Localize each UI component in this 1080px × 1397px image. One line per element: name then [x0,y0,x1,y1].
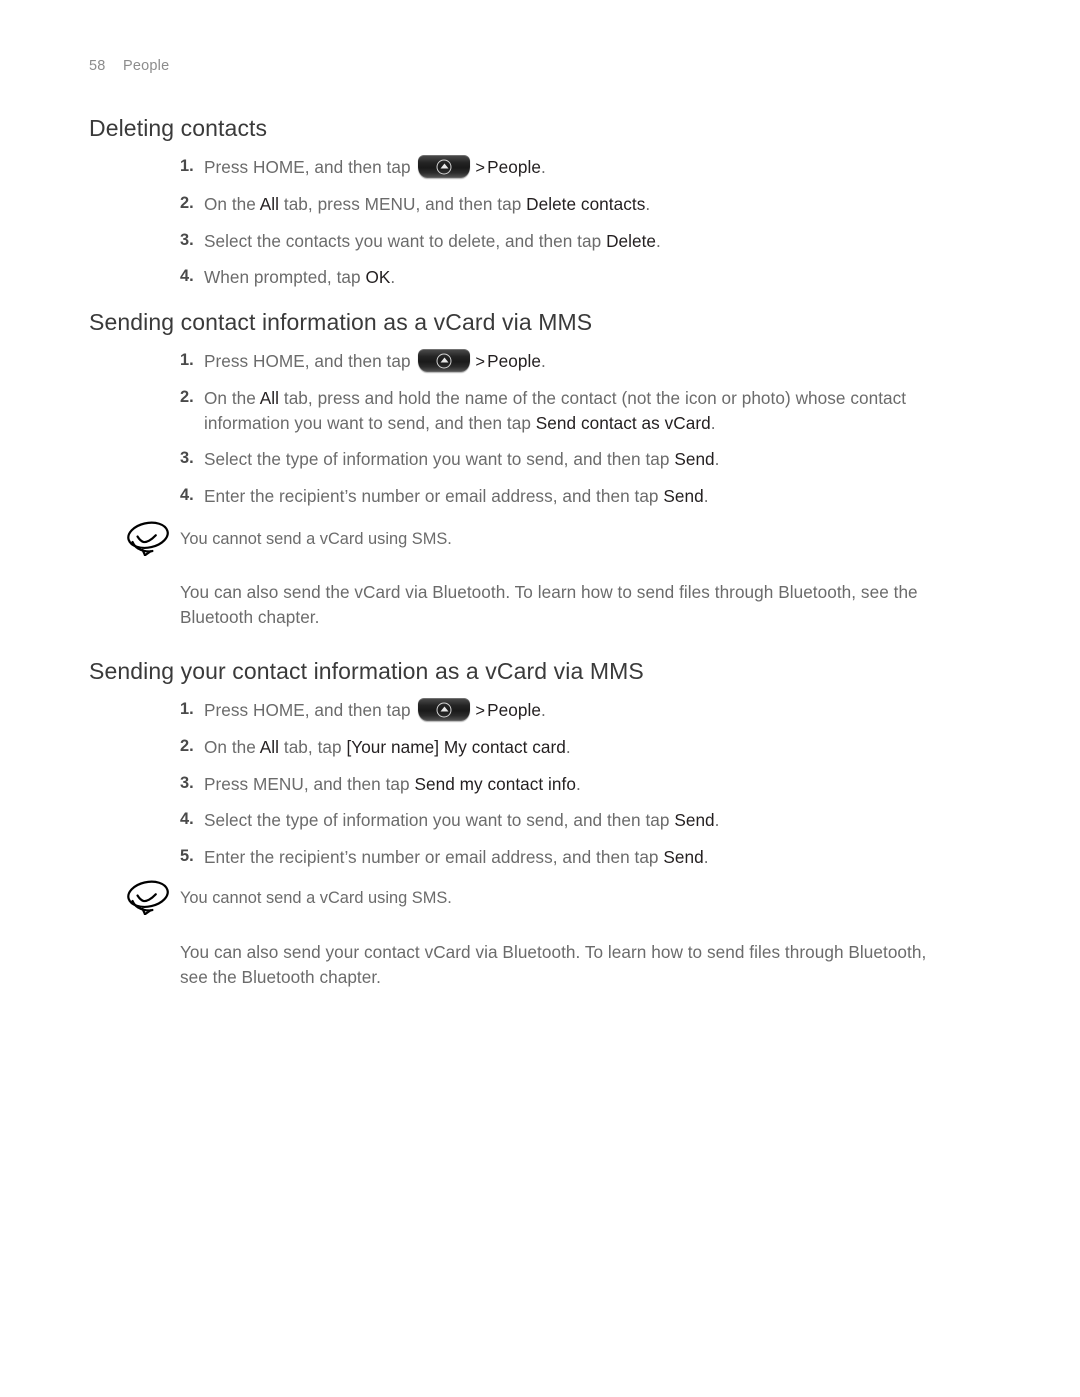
page-section-name: People [123,58,170,74]
note-block: You cannot send a vCard using SMS. [124,879,824,919]
ui-term: Send [663,846,704,867]
ui-term: All [259,194,280,215]
step-item: 5. Enter the recipient’s number or email … [180,846,709,867]
step-item: 2. On the All tab, press MENU, and then t… [180,194,651,215]
step-number: 3. [180,773,194,792]
ui-term: Send [674,449,715,470]
step-item: 4. Enter the recipient’s number or email … [180,485,709,506]
home-hardkey-icon [418,349,471,372]
ui-term: People [487,157,541,177]
step-item: 3. Press MENU, and then tap Send my conta… [180,773,581,794]
step-item: 1. Press HOME, and then tap > People. [180,698,546,721]
running-header: 58 People [89,58,169,74]
note-speech-bubble-icon [124,520,174,557]
home-glyph-circle [436,702,452,717]
body-paragraph: You can also send the vCard via Bluetoot… [180,582,918,627]
step-number: 2. [180,737,194,756]
chevron-separator: > [475,159,486,177]
ordered-step-list: 1. Press HOME, and then tap > People. 2. On … [180,349,992,508]
note-block: You cannot send a vCard using SMS. [124,520,824,560]
step-number: 2. [180,194,194,213]
step-number: 1. [180,700,194,718]
step-item: 3. Select the type of information you wan… [180,449,720,470]
step-item: 4. Select the type of information you wan… [180,810,720,831]
ui-term: People [487,351,541,371]
step-number: 4. [180,810,194,829]
home-hardkey-icon [418,698,471,721]
step-item: 4. When prompted, tap OK. [180,267,396,288]
home-glyph-triangle [440,357,449,363]
step-item: 1. Press HOME, and then tap > People. [180,349,546,372]
home-glyph-triangle [440,706,449,712]
home-glyph-triangle [440,163,449,169]
step-number: 3. [180,230,194,249]
step-item: 3. Select the contacts you want to delete… [180,230,661,251]
body-paragraph: You can also send your contact vCard via… [180,942,927,987]
ordered-step-list: 1. Press HOME, and then tap > People. 2. On … [180,155,990,290]
section-paragraph-wrap: You can also send the vCard via Bluetoot… [180,580,995,630]
note-speech-bubble-icon [124,879,174,916]
step-item: 2. On the All tab, press and hold the nam… [180,388,907,433]
ui-term: All [259,388,280,409]
section-deleting-contacts: Deleting contacts [89,114,1009,143]
ui-term: Send my contact info [414,773,576,794]
step-number: 2. [180,388,194,407]
chevron-separator: > [475,702,486,720]
section-sending-your-contact-information: Sending your contact information as a vC… [89,657,1009,686]
step-number: 3. [180,449,194,468]
section-heading: Sending your contact information as a vC… [89,658,644,684]
ui-term: Delete contacts [526,194,646,215]
note-text: You cannot send a vCard using SMS. [180,530,452,548]
step-number: 1. [180,351,194,369]
ui-term: All [259,737,280,758]
ui-term: Send [663,485,704,506]
steps-sending-your-contact-information: 1. Press HOME, and then tap > People. 2. On … [180,698,992,869]
ui-term: OK [365,267,391,288]
step-item: 1. Press HOME, and then tap > People. [180,155,546,178]
step-number: 5. [180,846,194,865]
steps-deleting-contacts: 1. Press HOME, and then tap > People. 2. On … [180,155,990,290]
step-item: 2. On the All tab, tap [Your name] My con… [180,737,571,758]
step-number: 4. [180,267,194,286]
home-glyph-circle [436,353,452,368]
step-number: 1. [180,157,194,175]
section-sending-contact-information: Sending contact information as a vCard v… [89,308,1009,337]
note-text: You cannot send a vCard using SMS. [180,889,452,907]
home-glyph-circle [436,159,452,174]
manual-page: 58 People Deleting contacts 1. Press HOME… [0,0,1080,1397]
ui-term: People [487,700,541,720]
chevron-separator: > [475,353,486,371]
ui-term: Delete [606,230,657,251]
ordered-step-list: 1. Press HOME, and then tap > People. 2. On … [180,698,992,869]
ui-term: Send [674,810,715,831]
steps-sending-contact-information: 1. Press HOME, and then tap > People. 2. On … [180,349,992,508]
section-heading: Sending contact information as a vCard v… [89,309,593,335]
page-number: 58 [89,58,106,74]
step-number: 4. [180,485,194,504]
section-paragraph-wrap: You can also send your contact vCard via… [180,940,955,990]
ui-term: [Your name] My contact card [346,737,566,758]
ui-term: Send contact as vCard [535,412,711,433]
section-heading: Deleting contacts [89,115,268,141]
home-hardkey-icon [418,155,471,178]
